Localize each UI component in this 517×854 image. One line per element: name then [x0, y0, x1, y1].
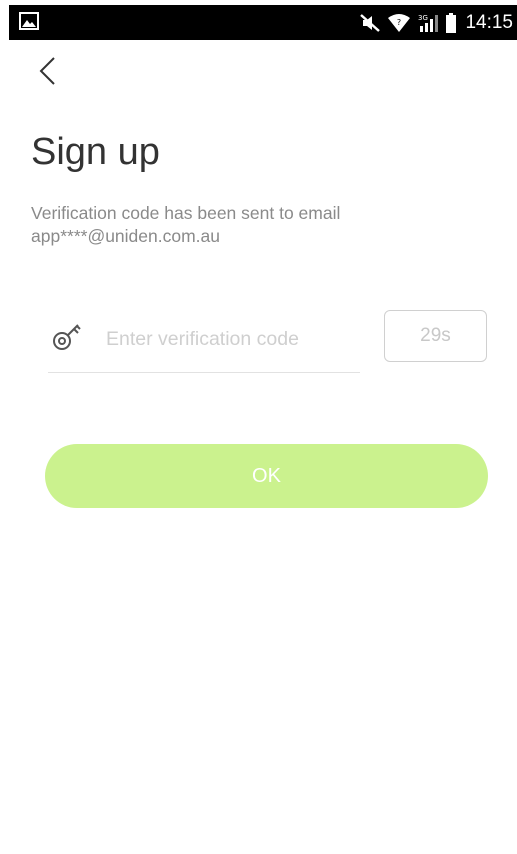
key-icon — [50, 320, 84, 354]
status-icons: ? 3G 14:15 — [359, 5, 513, 40]
svg-text:?: ? — [397, 18, 401, 27]
gallery-icon — [19, 12, 39, 30]
ok-button-label: OK — [252, 464, 281, 487]
status-time: 14:15 — [465, 11, 513, 33]
verification-info: Verification code has been sent to email… — [31, 202, 491, 248]
resend-countdown-button[interactable]: 29s — [384, 310, 487, 362]
battery-icon — [445, 12, 457, 34]
status-bar: ? 3G 14:15 — [9, 5, 517, 40]
wifi-icon: ? — [387, 13, 411, 33]
ok-button[interactable]: OK — [45, 444, 488, 508]
page-title: Sign up — [31, 131, 160, 173]
mute-icon — [359, 12, 381, 34]
verification-code-field — [48, 314, 360, 373]
signal-icon: 3G — [417, 12, 439, 34]
svg-text:3G: 3G — [418, 14, 428, 22]
masked-email: app****@uniden.com.au — [31, 226, 221, 246]
back-button[interactable] — [32, 54, 66, 88]
verification-info-line: Verification code has been sent to email — [31, 203, 341, 223]
verification-code-input[interactable] — [106, 324, 356, 354]
chevron-left-icon — [32, 57, 66, 92]
